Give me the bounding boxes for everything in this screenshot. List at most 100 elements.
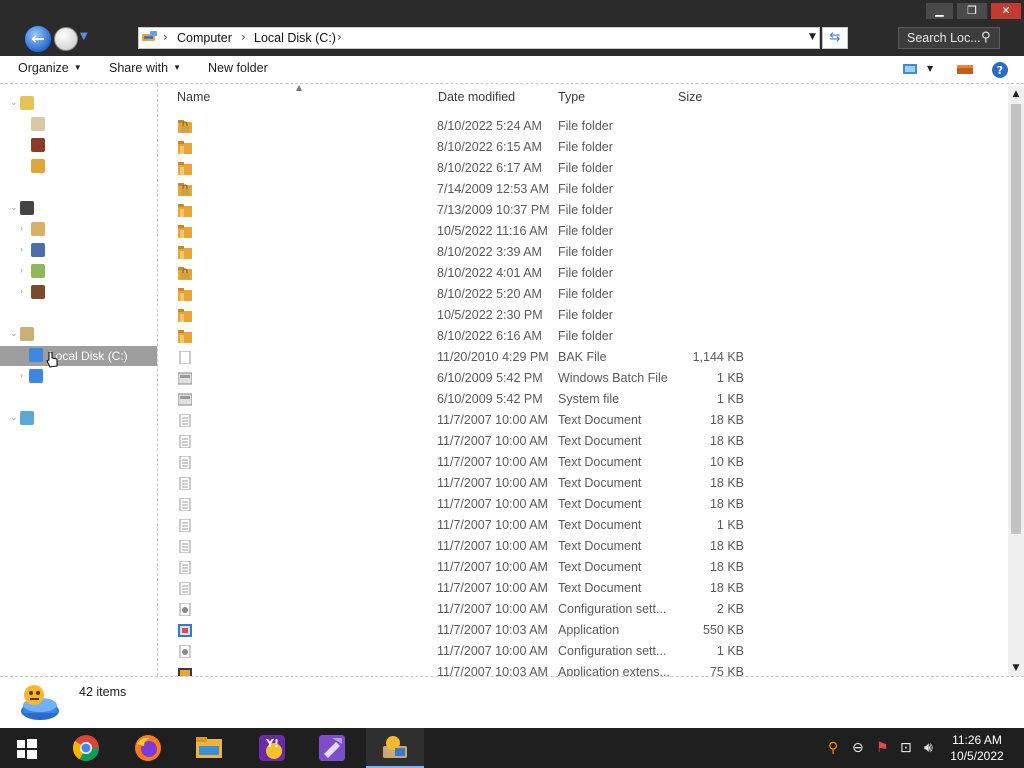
new-folder-button[interactable]: New folder bbox=[208, 61, 268, 75]
column-header-name[interactable]: Name bbox=[177, 90, 210, 104]
column-header-date-modified[interactable]: Date modified bbox=[438, 90, 515, 104]
network-tray-icon[interactable]: ⊡ bbox=[900, 740, 912, 756]
start-button[interactable] bbox=[0, 728, 58, 768]
address-history-dropdown-icon[interactable]: ▼ bbox=[809, 32, 816, 42]
back-button[interactable]: ← bbox=[24, 25, 52, 53]
expand-chevron-icon[interactable]: ⌄ bbox=[10, 412, 18, 423]
taskbar-yahoo-messenger[interactable]: Y! bbox=[244, 728, 302, 768]
taskbar-file-explorer[interactable] bbox=[181, 728, 239, 768]
file-row[interactable]: 11/7/2007 10:00 AM Configuration sett... 1… bbox=[158, 641, 1008, 662]
file-row[interactable]: 11/7/2007 10:03 AM Application extens... 7… bbox=[158, 662, 1008, 676]
close-button[interactable]: ✕ bbox=[991, 3, 1021, 19]
nav-item-2[interactable] bbox=[0, 136, 157, 156]
scroll-down-icon[interactable]: ▼ bbox=[1008, 660, 1024, 676]
file-row[interactable]: 11/7/2007 10:00 AM Text Document 18 KB bbox=[158, 431, 1008, 452]
address-bar[interactable]: › Computer › Local Disk (C:) › ▼ bbox=[138, 27, 820, 49]
clock-time: 11:26 AM bbox=[952, 733, 1002, 747]
taskbar-drive-manager[interactable] bbox=[366, 728, 424, 768]
collapsed-chevron-icon[interactable]: › bbox=[20, 223, 23, 233]
expand-chevron-icon[interactable]: ⌄ bbox=[10, 328, 18, 339]
nav-item-label: Local Disk (C:) bbox=[49, 349, 128, 363]
file-row[interactable]: 11/7/2007 10:00 AM Text Document 18 KB bbox=[158, 494, 1008, 515]
breadcrumb-local-disk[interactable]: Local Disk (C:) bbox=[254, 31, 336, 45]
nav-item-11[interactable]: › bbox=[0, 367, 157, 387]
breadcrumb-computer[interactable]: Computer bbox=[177, 31, 232, 45]
view-dropdown-icon[interactable]: ▼ bbox=[927, 64, 933, 73]
command-bar: Organize ▼ Share with ▼ New folder ▼ ? bbox=[0, 56, 1024, 84]
file-row[interactable]: 8/10/2022 3:39 AM File folder bbox=[158, 242, 1008, 263]
view-options-icon[interactable] bbox=[902, 62, 918, 76]
file-row[interactable]: 11/7/2007 10:00 AM Text Document 18 KB bbox=[158, 473, 1008, 494]
help-icon[interactable]: ? bbox=[991, 61, 1009, 79]
file-row[interactable]: 6/10/2009 5:42 PM Windows Batch File 1 KB bbox=[158, 368, 1008, 389]
file-date-modified: 11/7/2007 10:03 AM bbox=[437, 665, 548, 676]
file-row[interactable]: 7/13/2009 10:37 PM File folder bbox=[158, 200, 1008, 221]
file-row[interactable]: 11/7/2007 10:00 AM Text Document 18 KB bbox=[158, 557, 1008, 578]
nav-item-6[interactable]: › bbox=[0, 241, 157, 261]
file-row[interactable]: 11/7/2007 10:00 AM Text Document 18 KB bbox=[158, 410, 1008, 431]
file-row[interactable]: 10/5/2022 2:30 PM File folder bbox=[158, 305, 1008, 326]
nav-item-12[interactable]: ⌄ bbox=[0, 409, 157, 429]
breadcrumb-separator[interactable]: › bbox=[337, 30, 342, 44]
collapsed-chevron-icon[interactable]: › bbox=[20, 244, 23, 254]
scroll-up-icon[interactable]: ▲ bbox=[1008, 86, 1024, 102]
nav-item-0[interactable]: ⌄ bbox=[0, 94, 157, 114]
file-row[interactable]: 11/7/2007 10:03 AM Application 550 KB bbox=[158, 620, 1008, 641]
nav-item-local-disk-c[interactable]: Local Disk (C:) bbox=[0, 346, 157, 366]
nav-item-8[interactable]: › bbox=[0, 283, 157, 303]
collapsed-chevron-icon[interactable]: › bbox=[20, 286, 23, 296]
search-tray-icon[interactable]: ⚲ bbox=[828, 740, 838, 756]
file-row[interactable]: 11/7/2007 10:00 AM Text Document 18 KB bbox=[158, 536, 1008, 557]
file-row[interactable]: 11/7/2007 10:00 AM Text Document 18 KB bbox=[158, 578, 1008, 599]
restore-button[interactable]: ❐ bbox=[957, 3, 987, 19]
file-row[interactable]: 8/10/2022 5:24 AM File folder bbox=[158, 116, 1008, 137]
file-row[interactable]: 11/7/2007 10:00 AM Text Document 10 KB bbox=[158, 452, 1008, 473]
forward-button[interactable] bbox=[54, 27, 78, 51]
nav-item-3[interactable] bbox=[0, 157, 157, 177]
vertical-scrollbar[interactable]: ▲ ▼ bbox=[1008, 86, 1024, 676]
recent-locations-dropdown[interactable]: ▼ bbox=[80, 31, 88, 42]
nav-item-7[interactable]: › bbox=[0, 262, 157, 282]
minimize-button[interactable]: ▁ bbox=[926, 3, 953, 19]
file-row[interactable]: 11/20/2010 4:29 PM BAK File 1,144 KB bbox=[158, 347, 1008, 368]
search-icon[interactable]: ⚲ bbox=[981, 30, 991, 45]
column-header-size[interactable]: Size bbox=[678, 90, 702, 104]
volume-tray-icon[interactable]: 🔊︎ bbox=[924, 740, 933, 756]
drive-manager-icon bbox=[383, 736, 407, 758]
search-box[interactable]: Search Loc... ⚲ bbox=[898, 27, 1000, 49]
file-row[interactable]: 7/14/2009 12:53 AM File folder bbox=[158, 179, 1008, 200]
nav-item-5[interactable]: › bbox=[0, 220, 157, 240]
flag-tray-icon[interactable]: ⚑ bbox=[876, 740, 889, 756]
file-row[interactable]: 11/7/2007 10:00 AM Text Document 1 KB bbox=[158, 515, 1008, 536]
nav-item-1[interactable] bbox=[0, 115, 157, 135]
nav-item-9[interactable]: ⌄ bbox=[0, 325, 157, 345]
collapsed-chevron-icon[interactable]: › bbox=[20, 265, 23, 275]
breadcrumb-separator[interactable]: › bbox=[163, 30, 168, 44]
file-row[interactable]: 8/10/2022 4:01 AM File folder bbox=[158, 263, 1008, 284]
file-row[interactable]: 6/10/2009 5:42 PM System file 1 KB bbox=[158, 389, 1008, 410]
file-row[interactable]: 8/10/2022 6:17 AM File folder bbox=[158, 158, 1008, 179]
column-header-type[interactable]: Type bbox=[558, 90, 585, 104]
messenger-tray-icon[interactable]: ⊖ bbox=[852, 740, 864, 756]
taskbar-firefox[interactable] bbox=[120, 728, 178, 768]
refresh-button[interactable]: ⇆ bbox=[822, 27, 848, 49]
scrollbar-thumb[interactable] bbox=[1011, 104, 1021, 534]
expand-chevron-icon[interactable]: ⌄ bbox=[10, 202, 18, 213]
taskbar-clock[interactable]: 11:26 AM 10/5/2022 bbox=[942, 732, 1012, 764]
expand-chevron-icon[interactable]: ⌄ bbox=[10, 97, 18, 108]
organize-button[interactable]: Organize ▼ bbox=[18, 61, 82, 75]
preview-pane-icon[interactable] bbox=[956, 62, 974, 76]
file-row[interactable]: 11/7/2007 10:00 AM Configuration sett... 2… bbox=[158, 599, 1008, 620]
file-row[interactable]: 8/10/2022 5:20 AM File folder bbox=[158, 284, 1008, 305]
breadcrumb-separator[interactable]: › bbox=[241, 30, 246, 44]
file-row[interactable]: 10/5/2022 11:16 AM File folder bbox=[158, 221, 1008, 242]
nav-item-4[interactable]: ⌄ bbox=[0, 199, 157, 219]
taskbar-chrome[interactable] bbox=[58, 728, 116, 768]
taskbar-visual-studio[interactable] bbox=[304, 728, 362, 768]
file-row[interactable]: 8/10/2022 6:15 AM File folder bbox=[158, 137, 1008, 158]
collapsed-chevron-icon[interactable]: › bbox=[20, 370, 23, 380]
file-row[interactable]: 8/10/2022 6:16 AM File folder bbox=[158, 326, 1008, 347]
text-icon bbox=[178, 539, 192, 554]
share-with-button[interactable]: Share with ▼ bbox=[109, 61, 181, 75]
share-with-label: Share with bbox=[109, 61, 169, 75]
